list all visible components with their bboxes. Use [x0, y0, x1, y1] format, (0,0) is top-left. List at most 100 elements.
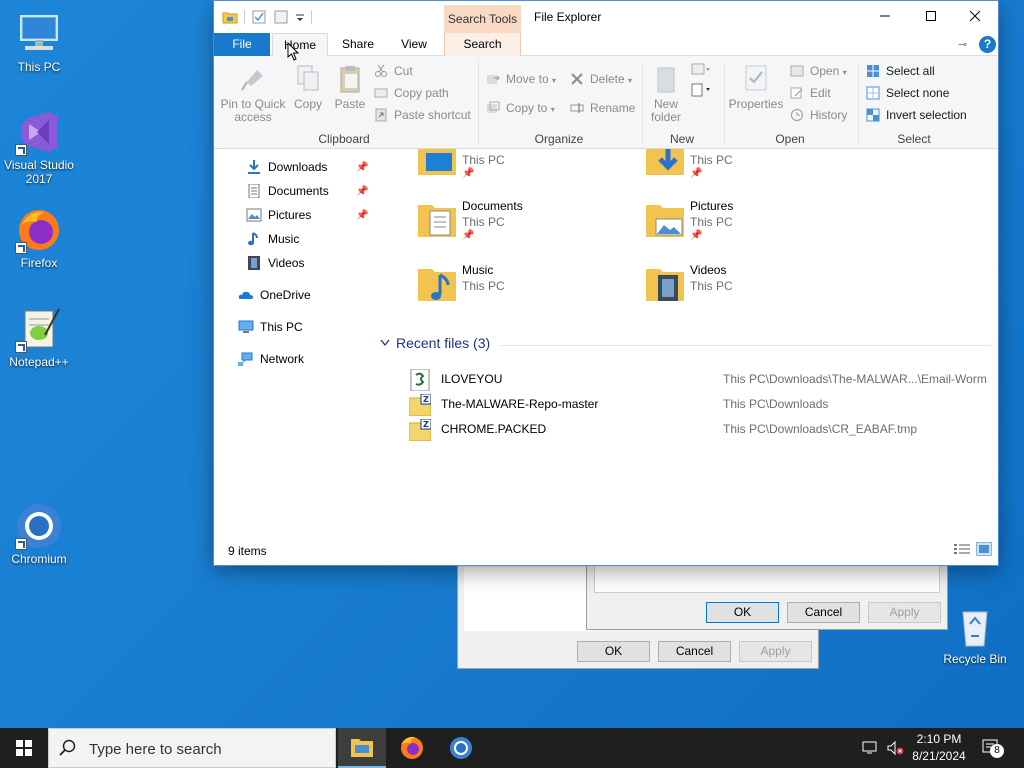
paste-button[interactable]: Paste	[332, 64, 368, 111]
maximize-button[interactable]	[908, 1, 954, 31]
edit-button[interactable]: Edit	[790, 84, 831, 102]
back-dialog-cancel-button[interactable]: Cancel	[658, 641, 731, 662]
tab-share[interactable]: Share	[332, 33, 384, 56]
select-group-label: Select	[897, 132, 931, 146]
back-dialog-apply-button[interactable]: Apply	[739, 641, 812, 662]
folder-icon[interactable]	[222, 9, 238, 25]
folder-tile-documents[interactable]: Documents This PC 📌	[416, 197, 616, 247]
pin-to-quick-access-button[interactable]: Pin to Quick access	[220, 64, 286, 124]
new-folder-qat-icon[interactable]	[273, 9, 289, 25]
desktop-icon-notepadpp[interactable]: Notepad++	[1, 305, 77, 369]
pin-icon[interactable]: 📌	[356, 182, 368, 202]
nav-item-pictures[interactable]: Pictures 📌	[246, 205, 374, 225]
invert-selection-label: Invert selection	[886, 108, 967, 122]
taskbar: Type here to search 2:10 PM 8/21/2024 8	[0, 728, 1024, 768]
new-item-icon[interactable]	[690, 62, 712, 78]
taskbar-firefox[interactable]	[388, 728, 436, 768]
invert-selection-icon	[866, 108, 880, 122]
move-to-button[interactable]: Move to ▾	[486, 70, 556, 88]
new-folder-button[interactable]: New folder	[648, 64, 684, 124]
folder-tile-pictures[interactable]: Pictures This PC 📌	[644, 197, 844, 247]
system-clock[interactable]: 2:10 PM 8/21/2024	[908, 731, 970, 765]
qat-divider	[244, 10, 245, 24]
delete-x-icon	[570, 72, 584, 86]
nav-item-onedrive[interactable]: OneDrive	[238, 285, 374, 305]
taskbar-file-explorer[interactable]	[338, 728, 386, 768]
recent-files-header[interactable]: Recent files (3)	[380, 335, 490, 351]
recent-file-row[interactable]: Z CHROME.PACKED This PC\Downloads\CR_EAB…	[408, 417, 994, 442]
desktop-icon-visual-studio[interactable]: Visual Studio 2017	[1, 108, 77, 186]
desktop-icon-chromium[interactable]: Chromium	[1, 502, 77, 566]
invert-selection-button[interactable]: Invert selection	[866, 106, 967, 124]
easy-access-icon[interactable]	[690, 82, 712, 98]
properties-button[interactable]: Properties	[728, 64, 784, 111]
desktop-icon-recycle-bin[interactable]: Recycle Bin	[937, 602, 1013, 666]
nav-item-videos[interactable]: Videos	[246, 253, 374, 273]
front-dialog-apply-button[interactable]: Apply	[868, 602, 941, 623]
document-icon	[246, 183, 262, 199]
minimize-ribbon-icon[interactable]: ⊸	[958, 38, 972, 52]
tab-search[interactable]: Search	[444, 33, 521, 56]
pictures-folder-icon	[644, 197, 688, 241]
network-status-icon[interactable]	[862, 740, 880, 756]
select-all-label: Select all	[886, 64, 935, 78]
folder-tile-videos[interactable]: Videos This PC	[644, 261, 844, 311]
open-button[interactable]: Open ▾	[790, 62, 847, 80]
pin-icon[interactable]: 📌	[356, 158, 368, 178]
rename-button[interactable]: Rename	[570, 99, 635, 117]
back-dialog-ok-button[interactable]: OK	[577, 641, 650, 662]
recent-file-row[interactable]: ILOVEYOU This PC\Downloads\The-MALWAR...…	[409, 367, 994, 392]
large-icons-view-icon[interactable]	[976, 542, 992, 556]
close-button[interactable]	[952, 1, 998, 31]
folder-tile-desktop[interactable]: This PC 📌	[416, 149, 616, 185]
download-arrow-icon	[246, 160, 262, 174]
start-button[interactable]	[0, 728, 48, 768]
recent-file-row[interactable]: Z The-MALWARE-Repo-master This PC\Downlo…	[408, 392, 994, 417]
open-group-label: Open	[775, 132, 805, 146]
nav-item-music[interactable]: Music	[246, 229, 374, 249]
desktop-icon-this-pc[interactable]: This PC	[1, 10, 77, 74]
dialog-panel	[464, 567, 592, 631]
file-explorer-icon	[351, 739, 373, 757]
recent-file-name: ILOVEYOU	[441, 372, 503, 386]
paste-shortcut-button[interactable]: Paste shortcut	[374, 106, 471, 124]
copy-to-button[interactable]: Copy to ▾	[486, 99, 555, 117]
nav-item-this-pc[interactable]: This PC	[238, 317, 374, 337]
taskbar-chromium[interactable]	[437, 728, 485, 768]
folder-name: Music	[462, 263, 494, 277]
history-button[interactable]: History	[790, 106, 847, 124]
chevron-down-icon	[380, 339, 390, 347]
cut-button[interactable]: Cut	[374, 62, 413, 80]
delete-button[interactable]: Delete ▾	[570, 70, 632, 88]
folder-tile-music[interactable]: Music This PC	[416, 261, 616, 311]
chromium-icon	[450, 737, 472, 759]
copy-button[interactable]: Copy	[290, 64, 326, 111]
nav-item-documents[interactable]: Documents 📌	[246, 181, 374, 201]
front-dialog-ok-button[interactable]: OK	[706, 602, 779, 623]
desktop-icon-firefox[interactable]: Firefox	[1, 206, 77, 270]
scissors-icon	[374, 64, 388, 78]
front-dialog-cancel-button[interactable]: Cancel	[787, 602, 860, 623]
copy-path-button[interactable]: Copy path	[374, 84, 449, 102]
nav-item-network[interactable]: Network	[238, 349, 374, 369]
chevron-down-icon[interactable]	[295, 9, 305, 25]
nav-label-videos: Videos	[268, 256, 305, 270]
volume-muted-icon[interactable]	[886, 740, 904, 756]
select-none-button[interactable]: Select none	[866, 84, 949, 102]
minimize-button[interactable]	[862, 1, 908, 31]
nav-label-music: Music	[268, 232, 300, 246]
details-view-icon[interactable]	[954, 543, 970, 555]
help-icon[interactable]: ?	[979, 36, 996, 53]
title-bar[interactable]: Search Tools File Explorer	[214, 1, 998, 33]
folder-tile-downloads[interactable]: This PC 📌	[644, 149, 844, 185]
nav-item-downloads[interactable]: Downloads 📌	[246, 157, 374, 177]
properties-qat-icon[interactable]	[251, 9, 267, 25]
select-all-button[interactable]: Select all	[866, 62, 935, 80]
taskbar-search-box[interactable]: Type here to search	[48, 728, 336, 768]
edit-label: Edit	[810, 86, 831, 100]
pin-icon[interactable]: 📌	[356, 206, 368, 226]
window-title: File Explorer	[534, 10, 602, 24]
tab-view[interactable]: View	[388, 33, 440, 56]
tab-file[interactable]: File	[214, 33, 270, 56]
notification-center-button[interactable]: 8	[980, 738, 1004, 758]
